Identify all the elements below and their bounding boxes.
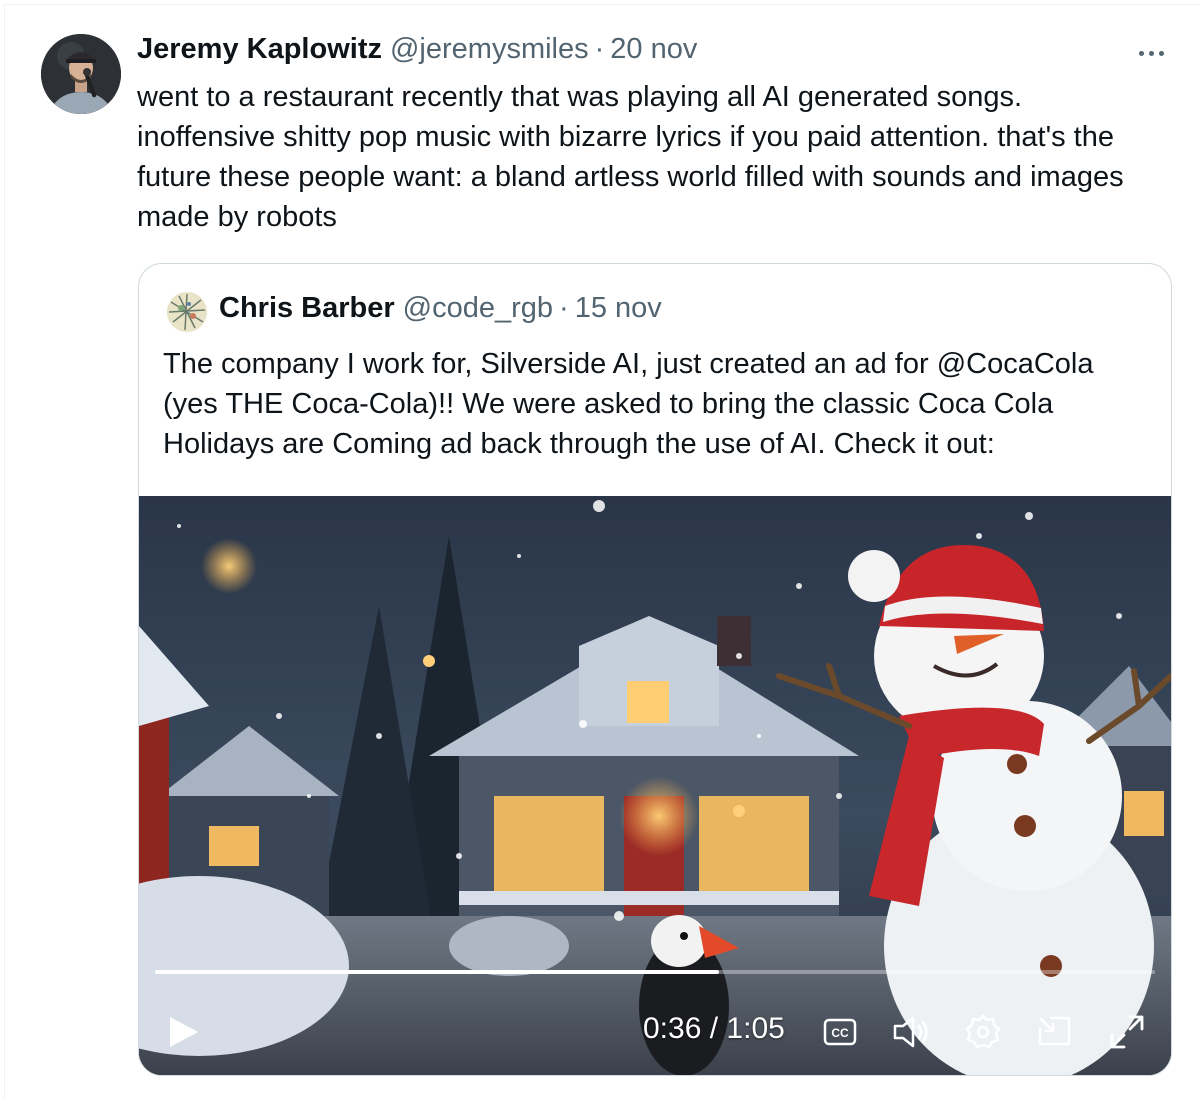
author-avatar[interactable] [41, 34, 121, 114]
captions-button[interactable]: CC [821, 1014, 859, 1050]
tweet[interactable]: Jeremy Kaplowitz @jeremysmiles · 20 nov … [4, 4, 1200, 1100]
fullscreen-icon [1110, 1015, 1144, 1049]
settings-button[interactable] [961, 1010, 1005, 1054]
video-current-time: 0:36 [643, 1012, 702, 1045]
video-time-display: 0:36 / 1:05 [643, 1012, 785, 1046]
closed-captions-icon: CC [823, 1018, 857, 1046]
video-player[interactable]: 0:36 / 1:05 CC [139, 496, 1171, 1075]
more-horizontal-icon [1138, 50, 1144, 56]
video-progress-bar[interactable] [155, 970, 1155, 974]
separator-dot: · [594, 33, 605, 65]
settings-gear-icon [965, 1014, 1001, 1049]
author-name[interactable]: Jeremy Kaplowitz [137, 33, 382, 66]
quoted-author-avatar[interactable] [167, 292, 207, 332]
video-frame [139, 496, 1171, 1075]
quoted-author-handle[interactable]: @code_rgb [403, 292, 553, 325]
video-duration: 1:05 [726, 1012, 785, 1045]
pip-button[interactable] [1033, 1010, 1077, 1054]
time-separator: / [709, 1012, 719, 1045]
tweet-header: Jeremy Kaplowitz @jeremysmiles · 20 nov [137, 33, 697, 73]
quoted-tweet[interactable]: Chris Barber @code_rgb · 15 nov The comp… [138, 263, 1172, 1076]
tweet-date[interactable]: 20 nov [610, 33, 697, 66]
svg-text:CC: CC [831, 1026, 849, 1040]
author-handle[interactable]: @jeremysmiles [390, 33, 589, 66]
quoted-author-name[interactable]: Chris Barber [219, 292, 395, 325]
play-icon [170, 1017, 198, 1047]
more-options-button[interactable] [1129, 37, 1173, 69]
video-progress-fill [155, 970, 719, 974]
play-button[interactable] [161, 1010, 205, 1054]
quoted-text: The company I work for, Silverside AI, j… [163, 348, 1094, 460]
quoted-header: Chris Barber @code_rgb · 15 nov [219, 292, 662, 332]
picture-in-picture-icon [1038, 1016, 1071, 1046]
volume-button[interactable] [889, 1010, 933, 1054]
fullscreen-button[interactable] [1105, 1010, 1149, 1054]
separator-dot: · [559, 292, 569, 324]
volume-icon [893, 1016, 928, 1048]
tweet-text: went to a restaurant recently that was p… [137, 81, 1124, 233]
quoted-date[interactable]: 15 nov [575, 292, 662, 325]
